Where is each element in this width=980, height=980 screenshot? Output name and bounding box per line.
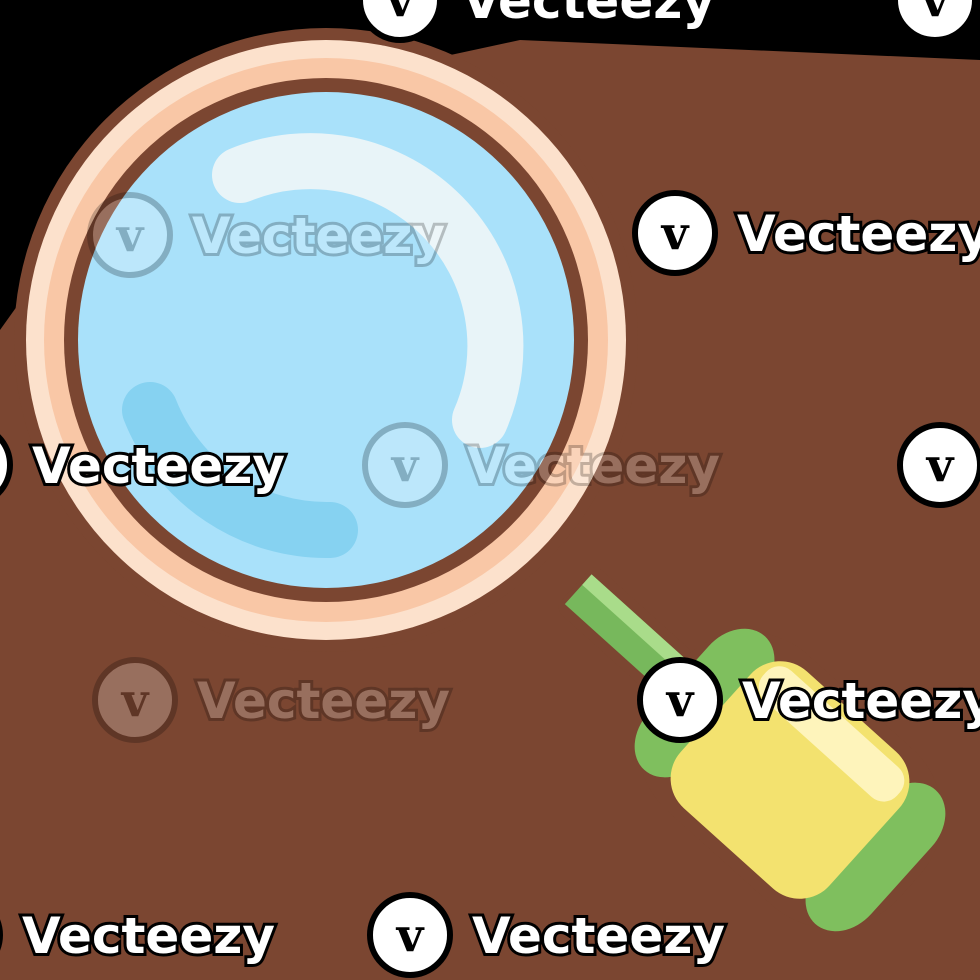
watermark-text: Vecteezy [472, 907, 725, 965]
vecteezy-logo-glyph: v [921, 0, 950, 27]
watermark: vVecteezy [0, 904, 278, 968]
magnifying-glass-illustration: v Vecteezy v Vecteezy v Vecteezy v Vecteezy v Vec… [0, 0, 980, 980]
watermark: v Vecteezy [87, 192, 448, 278]
watermark: vVecteezy [0, 434, 288, 498]
watermark: v Vecteezy [92, 657, 453, 743]
watermark-text: Vecteezy [192, 207, 445, 265]
watermark: vVecteezy [897, 422, 980, 508]
watermark-text: Vecteezy [32, 437, 285, 495]
watermark: v Vecteezy [362, 422, 723, 508]
vecteezy-logo-glyph: v [116, 208, 145, 262]
lens-frame [14, 28, 638, 652]
watermark: v Vecteezy [637, 657, 980, 743]
watermark: v Vecteezy [632, 190, 980, 276]
watermark: v Vecteezy [367, 892, 728, 978]
vecteezy-logo-glyph: v [666, 673, 695, 727]
vecteezy-logo-glyph: v [926, 438, 955, 492]
vecteezy-logo-glyph: v [386, 0, 415, 27]
vecteezy-logo-glyph: v [391, 438, 420, 492]
vecteezy-logo-glyph: v [396, 908, 425, 962]
vecteezy-logo-glyph: v [121, 673, 150, 727]
watermark-text: Vecteezy [197, 672, 450, 730]
watermark-text: Vecteezy [467, 437, 720, 495]
watermark-text: Vecteezy [462, 0, 715, 30]
watermark-text: Vecteezy [742, 672, 980, 730]
vecteezy-logo-glyph: v [661, 206, 690, 260]
watermark-text: Vecteezy [22, 907, 275, 965]
watermark-text: Vecteezy [737, 205, 980, 263]
